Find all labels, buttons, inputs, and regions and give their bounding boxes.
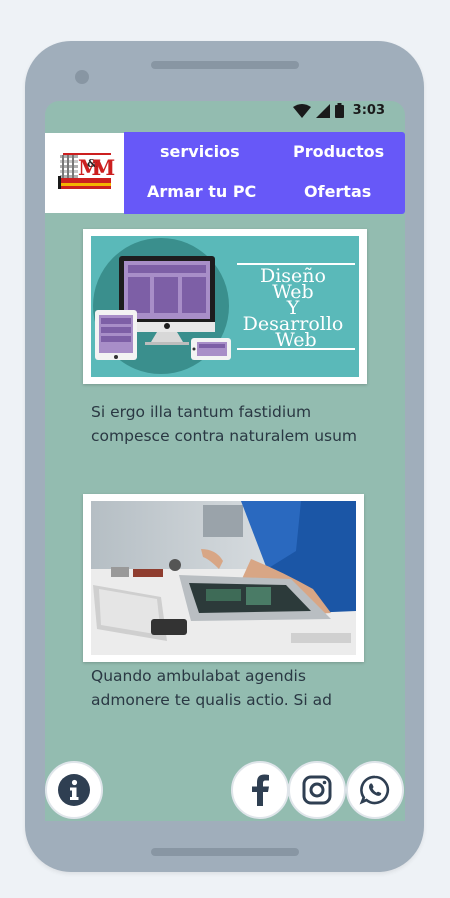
- facebook-button[interactable]: [231, 761, 289, 819]
- info-button[interactable]: [45, 761, 103, 819]
- wifi-icon: [292, 103, 311, 118]
- site-header: M & M servicios Productos Armar tu PC Of…: [45, 132, 405, 214]
- camera: [75, 70, 89, 84]
- main-menu: servicios Productos Armar tu PC Ofertas: [124, 132, 405, 214]
- signal-icon: [315, 103, 330, 118]
- mm-logo-icon: M & M: [58, 153, 115, 189]
- web-design-illustration: Diseño Web Y Desarrollo Web: [91, 236, 359, 377]
- illustration-word-5: Web: [275, 329, 316, 351]
- phone-screen: 3:03 M & M servicios Productos Armar tu …: [45, 101, 405, 821]
- service-card-web-design[interactable]: Diseño Web Y Desarrollo Web: [83, 229, 367, 384]
- battery-icon: [334, 103, 344, 118]
- instagram-button[interactable]: [288, 761, 346, 819]
- bottom-speaker: [151, 848, 299, 856]
- top-speaker: [151, 61, 299, 69]
- menu-servicios[interactable]: servicios: [160, 142, 240, 161]
- site-logo[interactable]: M & M: [45, 133, 124, 213]
- service-description-1: Si ergo illa tantum fastidium compesce c…: [91, 403, 358, 445]
- menu-productos[interactable]: Productos: [293, 142, 384, 161]
- whatsapp-button[interactable]: [346, 761, 404, 819]
- menu-armar-pc[interactable]: Armar tu PC: [147, 182, 256, 201]
- whatsapp-icon: [359, 775, 390, 805]
- laptop-repair-photo: [91, 501, 356, 655]
- svg-text:M: M: [92, 155, 115, 180]
- menu-ofertas[interactable]: Ofertas: [304, 182, 371, 201]
- info-icon: [58, 774, 90, 806]
- status-time: 3:03: [352, 103, 385, 118]
- service-card-repair[interactable]: [83, 494, 364, 662]
- phone-frame: 3:03 M & M servicios Productos Armar tu …: [25, 41, 424, 872]
- instagram-icon: [302, 775, 332, 805]
- status-bar: 3:03: [45, 101, 405, 125]
- facebook-icon: [252, 774, 269, 806]
- service-description-2: Quando ambulabat agendis admonere te qua…: [91, 667, 332, 709]
